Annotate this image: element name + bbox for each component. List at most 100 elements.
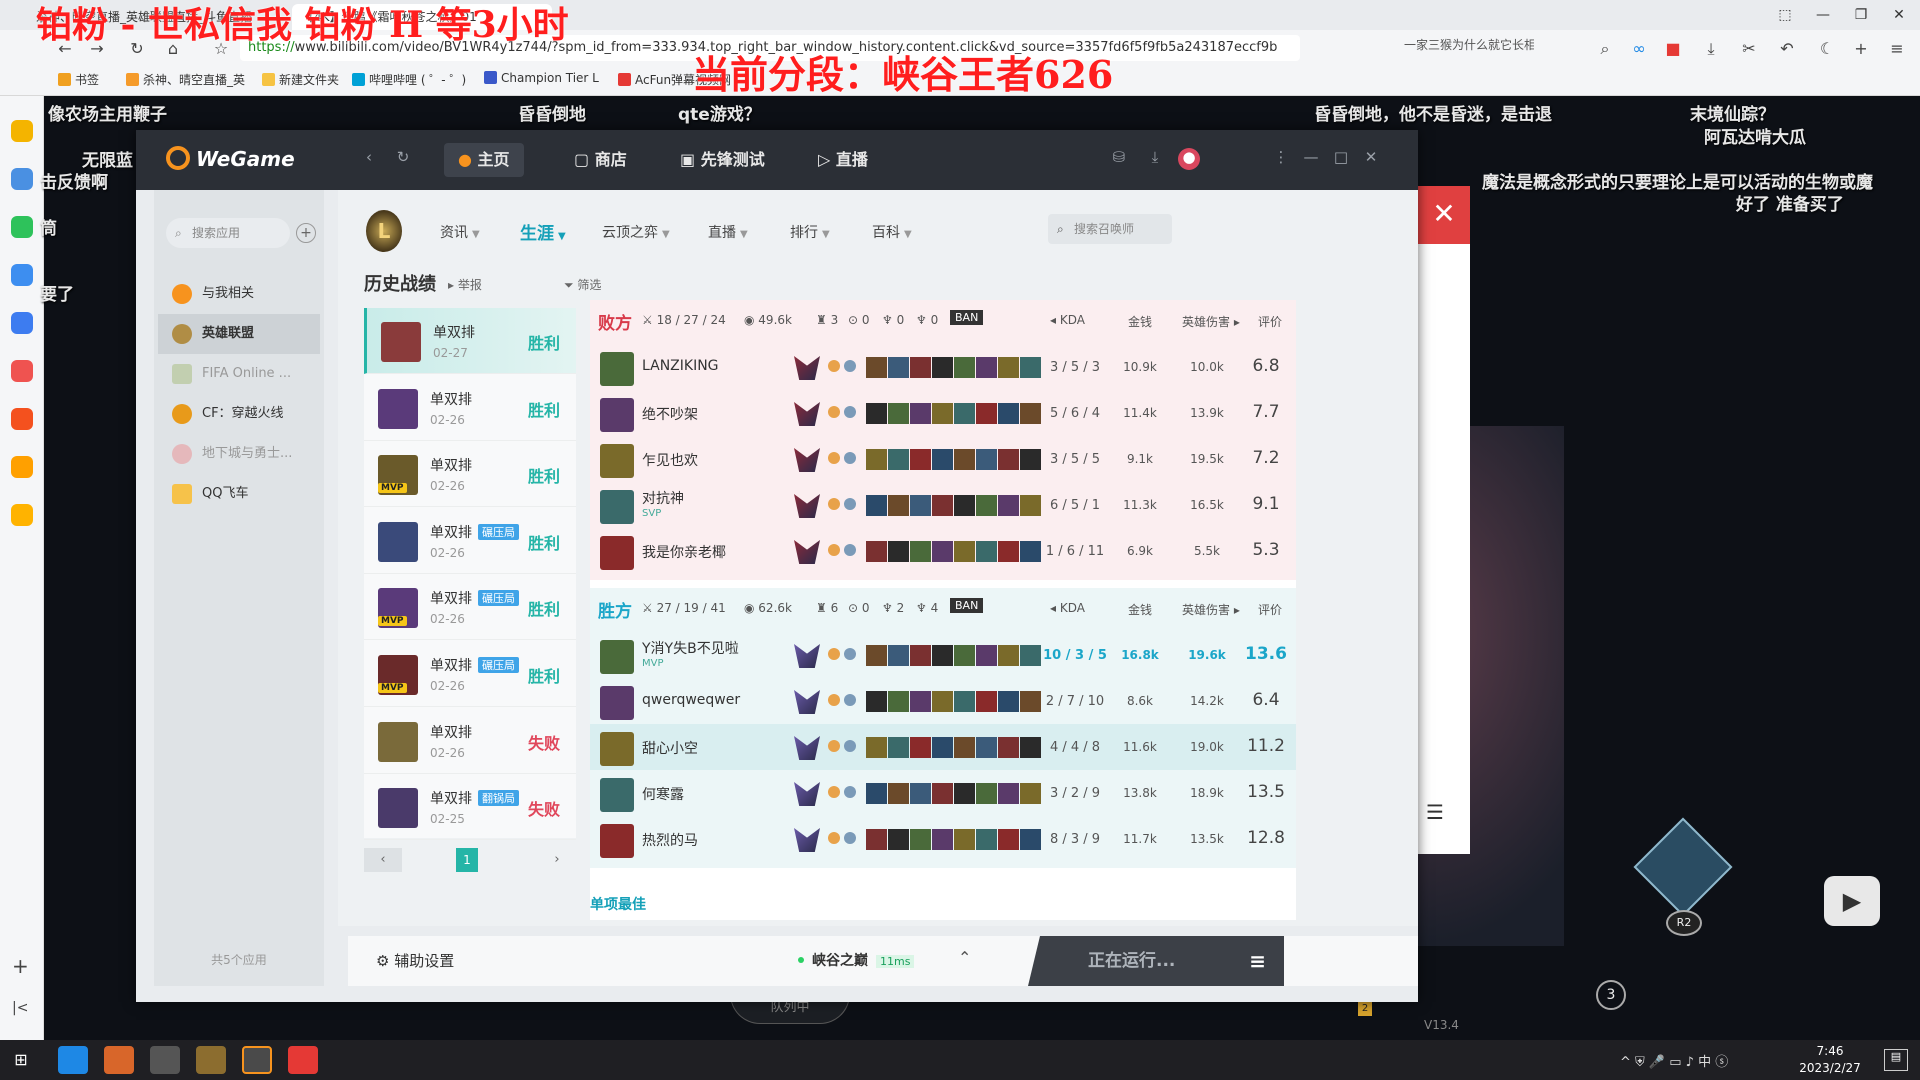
download-icon[interactable]: ⤓	[1144, 148, 1166, 170]
night-icon[interactable]: ☾	[1814, 36, 1840, 62]
wechat-icon[interactable]	[11, 216, 33, 238]
weibo-icon[interactable]	[11, 360, 33, 382]
player-row[interactable]: 绝不吵架 5 / 6 / 4 11.4k 13.9k 7.7	[590, 390, 1296, 436]
match-row[interactable]: MVP 单双排 碾压局 02-26 胜利	[364, 574, 576, 641]
player-row[interactable]: 乍见也欢 3 / 5 / 5 9.1k 19.5k 7.2	[590, 436, 1296, 482]
next-page-button[interactable]: ›	[538, 848, 576, 872]
wegame-taskbar-icon[interactable]	[242, 1046, 272, 1074]
r2-button[interactable]: R2	[1666, 910, 1702, 936]
lol-nav-rank[interactable]: 排行 ▼	[790, 222, 830, 242]
collapse-icon[interactable]: |<	[12, 1000, 28, 1016]
favorites-icon[interactable]	[11, 120, 33, 142]
filter-button[interactable]: ⏷ 筛选	[564, 276, 601, 293]
tools-icon[interactable]: ✂	[1736, 36, 1762, 62]
notes-icon[interactable]	[11, 504, 33, 526]
nav-pioneer-test[interactable]: ▣ 先锋测试	[666, 143, 779, 177]
minimize-icon[interactable]: —	[1808, 2, 1838, 28]
search-app-icon[interactable]	[11, 456, 33, 478]
player-name[interactable]: Y消Y失B不见啦	[642, 638, 739, 658]
summoner-search-input[interactable]: ⌕ 搜索召唤师	[1048, 214, 1172, 244]
player-name[interactable]: 乍见也欢	[642, 450, 698, 470]
player-name[interactable]: 何寒露	[642, 784, 684, 804]
download-icon[interactable]: ⤓	[1698, 36, 1724, 62]
match-row[interactable]: MVP 单双排 碾压局 02-26 胜利	[364, 641, 576, 707]
match-row[interactable]: 单双排 碾压局 02-26 胜利	[364, 508, 576, 574]
player-row[interactable]: Y消Y失B不见啦 MVP 10 / 3 / 5 16.8k 19.6k 13.6	[590, 632, 1296, 678]
player-name[interactable]: 热烈的马	[642, 830, 698, 850]
maximize-icon[interactable]: □	[1330, 148, 1352, 170]
bookmark-item[interactable]: 新建文件夹	[262, 71, 339, 88]
bookmark-item[interactable]: Champion Tier L	[484, 71, 599, 85]
sidebar-item-dnf[interactable]: 地下城与勇士...	[158, 434, 320, 474]
prev-page-button[interactable]: ‹	[364, 848, 402, 872]
back-icon[interactable]: ‹	[358, 148, 380, 170]
sidebar-item-lol[interactable]: 英雄联盟	[158, 314, 320, 354]
player-name[interactable]: LANZIKING	[642, 358, 719, 374]
player-row[interactable]: 甜心小空 4 / 4 / 8 11.6k 19.0k 11.2	[590, 724, 1296, 770]
player-row[interactable]: 我是你亲老椰 1 / 6 / 11 6.9k 5.5k 5.3	[590, 528, 1296, 574]
new-tab-icon[interactable]: +	[1848, 36, 1874, 62]
undo-icon[interactable]: ↶	[1774, 36, 1800, 62]
refresh-icon[interactable]: ↻	[392, 148, 414, 170]
close-icon[interactable]: ✕	[1360, 148, 1382, 170]
player-row[interactable]: 热烈的马 8 / 3 / 9 11.7k 13.5k 12.8	[590, 816, 1296, 862]
cart-icon[interactable]: ⛁	[1108, 148, 1130, 170]
browser-taskbar-icon[interactable]	[58, 1046, 88, 1074]
close-popup-button[interactable]: ✕	[1418, 186, 1470, 244]
ban-label[interactable]: BAN	[950, 598, 984, 613]
more-icon[interactable]: ⋮	[1270, 148, 1292, 170]
tray-icons[interactable]: ^ ⛨ 🎤 ▭ ♪ 中 ⓢ	[1620, 1051, 1728, 1070]
lol-taskbar-icon[interactable]	[196, 1046, 226, 1074]
lol-nav-wiki[interactable]: 百科 ▼	[872, 222, 912, 242]
match-row[interactable]: 单双排 02-26 失败	[364, 708, 576, 774]
lol-nav-news[interactable]: 资讯 ▼	[440, 222, 480, 242]
sidebar-item-qqspeed[interactable]: QQ飞车	[158, 474, 320, 514]
clock[interactable]: 7:46 2023/2/27	[1780, 1043, 1880, 1077]
cloud-icon[interactable]	[11, 312, 33, 334]
bookmark-item[interactable]: 哔哩哔哩 ( ゜- ゜)	[352, 71, 466, 88]
menu-icon[interactable]: ≡	[1884, 36, 1910, 62]
player-name[interactable]: 我是你亲老椰	[642, 542, 726, 562]
play-icon[interactable]: ▶	[1824, 876, 1880, 926]
match-row[interactable]: 单双排 02-27 胜利	[364, 308, 576, 374]
netease-taskbar-icon[interactable]	[288, 1046, 318, 1074]
save-icon[interactable]: ⬚	[1770, 2, 1800, 28]
add-icon[interactable]: +	[12, 954, 29, 978]
player-row[interactable]: LANZIKING 3 / 5 / 3 10.9k 10.0k 6.8	[590, 344, 1296, 390]
lol-nav-tft[interactable]: 云顶之弈 ▼	[602, 222, 670, 242]
report-link[interactable]: ▸ 举报	[448, 276, 482, 293]
match-row[interactable]: 单双排 翻锅局 02-25 失败	[364, 774, 576, 841]
bookmark-item[interactable]: 杀神、晴空直播_英	[126, 71, 245, 88]
player-name[interactable]: 对抗神	[642, 488, 684, 508]
assist-settings-button[interactable]: ⚙ 辅助设置	[376, 950, 454, 971]
sidebar-item-fifa[interactable]: FIFA Online ...	[158, 354, 320, 394]
windows-start-icon[interactable]: ⊞	[6, 1046, 36, 1074]
player-name[interactable]: 绝不吵架	[642, 404, 698, 424]
avatar[interactable]: ●	[1178, 148, 1200, 170]
lol-logo[interactable]: L	[366, 210, 402, 252]
news-hint[interactable]: 一家三猴为什么就它长相好	[1404, 36, 1534, 53]
player-name[interactable]: 甜心小空	[642, 738, 698, 758]
match-row[interactable]: MVP 单双排 02-26 胜利	[364, 441, 576, 508]
running-status[interactable]: 正在运行... ≡	[1028, 936, 1284, 986]
list-icon[interactable]: ☰	[1426, 800, 1444, 824]
extension-icon[interactable]: ∞	[1626, 36, 1652, 62]
minimize-icon[interactable]: —	[1300, 148, 1322, 170]
pdf-icon[interactable]	[11, 408, 33, 430]
nav-live[interactable]: ▷ 直播	[804, 143, 882, 177]
bookmark-item[interactable]: 书签	[58, 71, 99, 88]
lol-nav-live[interactable]: 直播 ▼	[708, 222, 748, 242]
search-icon[interactable]: ⌕	[1592, 36, 1618, 62]
chevron-up-icon[interactable]: ⌃	[958, 948, 971, 967]
app-search-input[interactable]: ⌕ 搜索应用	[166, 218, 290, 248]
server-status[interactable]: 峡谷之巅 11ms	[798, 950, 915, 970]
lol-nav-career[interactable]: 生涯 ▼	[520, 219, 566, 244]
sidebar-item-cf[interactable]: CF：穿越火线	[158, 394, 320, 434]
translate-icon[interactable]: ■	[1660, 36, 1686, 62]
page-number[interactable]: 1	[456, 848, 478, 872]
sidebar-item-related[interactable]: 与我相关	[158, 274, 320, 314]
game-taskbar-icon[interactable]	[104, 1046, 134, 1074]
nav-store[interactable]: ▢ 商店	[560, 143, 641, 177]
close-icon[interactable]: ✕	[1884, 2, 1914, 28]
ban-label[interactable]: BAN	[950, 310, 984, 325]
